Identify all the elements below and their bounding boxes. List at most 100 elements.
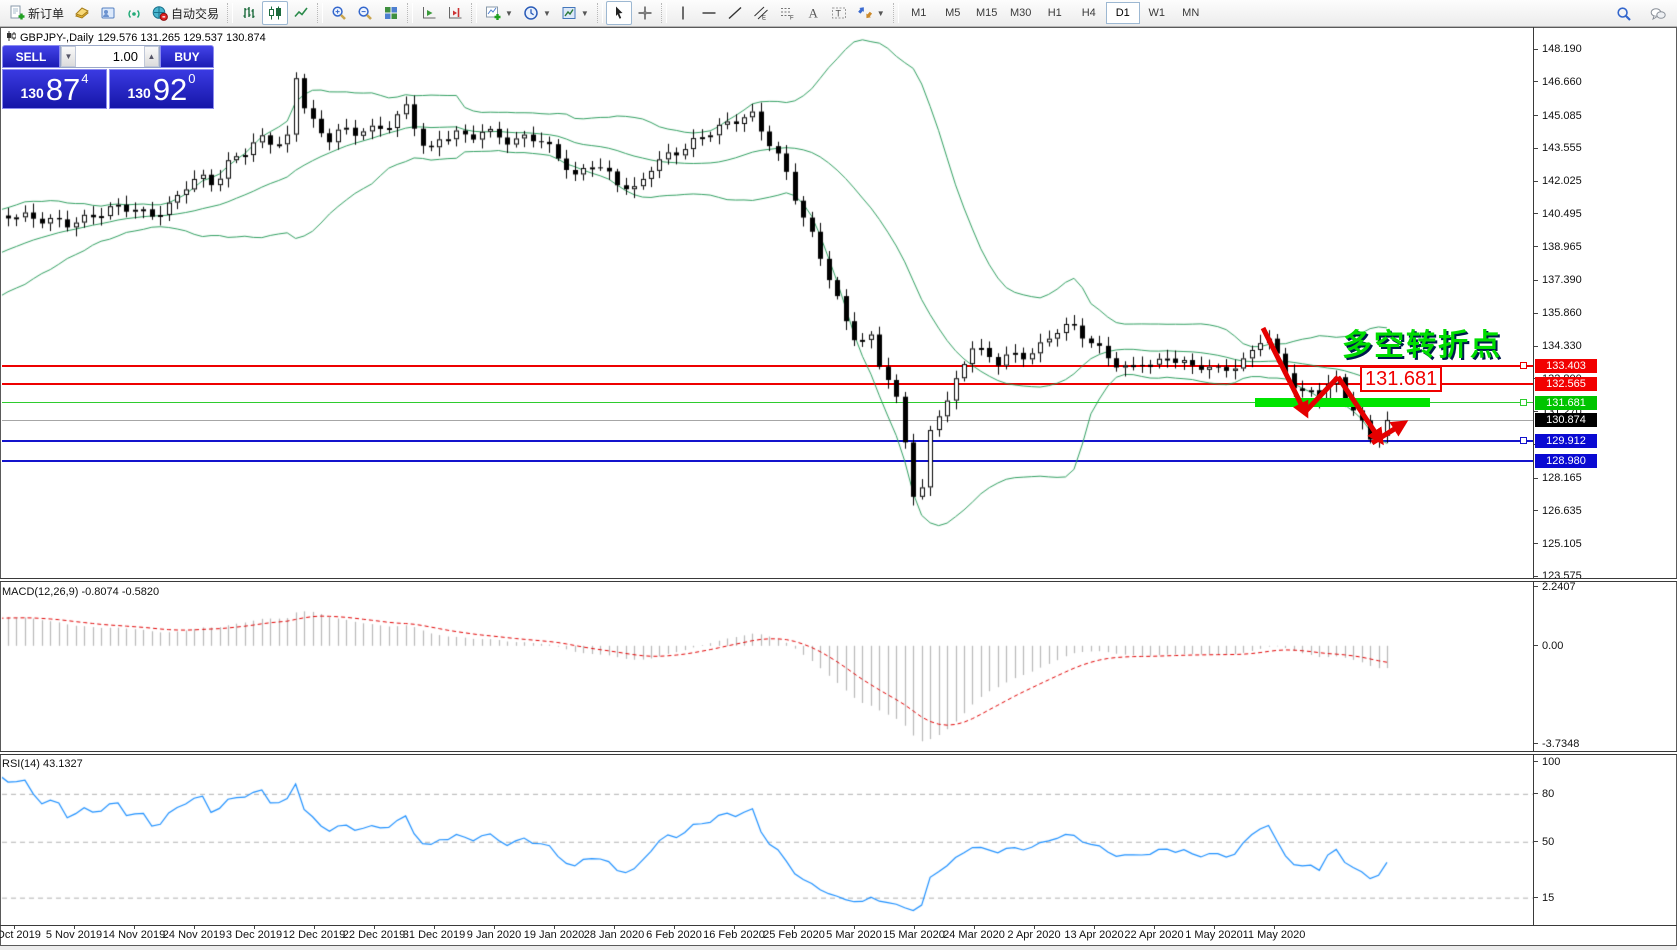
- new-order-icon: [9, 5, 25, 21]
- search-icon: [1616, 6, 1632, 22]
- zoom-in-button[interactable]: [326, 1, 352, 25]
- buy-button[interactable]: BUY: [160, 45, 214, 68]
- candles-icon: [267, 5, 283, 21]
- text-tool-button[interactable]: A: [800, 1, 826, 25]
- zoom-out-button[interactable]: [352, 1, 378, 25]
- tile-icon: [383, 5, 399, 21]
- timeframe-h4-button[interactable]: H4: [1072, 2, 1106, 24]
- timeframe-d1-button[interactable]: D1: [1105, 2, 1140, 24]
- svg-text:E: E: [762, 16, 766, 22]
- volume-up-button[interactable]: ▲: [144, 46, 159, 67]
- crosshair-tool-button[interactable]: [632, 1, 658, 25]
- text-label-tool-button[interactable]: T: [826, 1, 852, 25]
- auto-trading-button[interactable]: 自动交易: [147, 1, 224, 25]
- trendline-tool-button[interactable]: [722, 1, 748, 25]
- vline-icon: [675, 5, 691, 21]
- auto-scroll-button[interactable]: [416, 1, 442, 25]
- toolbar-separator: [227, 3, 234, 23]
- periods-icon: [523, 5, 539, 21]
- panel-separator[interactable]: [0, 578, 1677, 582]
- cursor-icon: [611, 5, 627, 21]
- macd-indicator-label: MACD(12,26,9) -0.8074 -0.5820: [2, 586, 160, 598]
- signals-button[interactable]: [121, 1, 147, 25]
- periods-button[interactable]: ▼: [518, 1, 556, 25]
- candlestick-mode-button[interactable]: [262, 1, 289, 25]
- toolbar-separator: [596, 3, 603, 23]
- bars-icon: [241, 5, 257, 21]
- indicators-icon: [485, 5, 501, 21]
- chart-title: GBPJPY-,Daily 129.576 131.265 129.537 13…: [6, 31, 266, 44]
- zoom-out-icon: [357, 5, 373, 21]
- fibo-icon: F: [779, 5, 795, 21]
- rsi-indicator-label: RSI(14) 43.1327: [2, 758, 83, 770]
- trendline-icon: [727, 5, 743, 21]
- window-bottom-strip: [0, 946, 1677, 950]
- buy-price[interactable]: 130 92 0: [109, 69, 214, 109]
- templates-button[interactable]: ▼: [556, 1, 594, 25]
- timeframe-mn-button[interactable]: MN: [1174, 2, 1208, 24]
- toolbar-separator: [892, 3, 899, 23]
- tile-windows-button[interactable]: [378, 1, 404, 25]
- horizontal-line-tool-button[interactable]: [696, 1, 722, 25]
- shapes-tool-dropdown-arrow-icon[interactable]: ▼: [877, 9, 885, 18]
- chart-title-symbol: GBPJPY-,Daily: [20, 31, 94, 44]
- vertical-line-tool-button[interactable]: [670, 1, 696, 25]
- channel-icon: E: [753, 5, 769, 21]
- chart-shift-button[interactable]: [442, 1, 468, 25]
- level-line-handle[interactable]: [1520, 437, 1527, 445]
- shapes-tool-button[interactable]: ▼: [852, 1, 890, 25]
- chart-title-icon: [6, 31, 17, 44]
- volume-down-button[interactable]: ▼: [61, 46, 76, 67]
- data-window-button[interactable]: [95, 1, 121, 25]
- shapes-icon: [857, 5, 873, 21]
- sell-button[interactable]: SELL: [2, 45, 60, 68]
- label-icon: T: [831, 5, 847, 21]
- timeframe-m5-button[interactable]: M5: [936, 2, 970, 24]
- crosshair-icon: [637, 5, 653, 21]
- svg-text:A: A: [808, 6, 818, 21]
- cursor-tool-button[interactable]: [605, 1, 632, 25]
- templates-icon: [561, 5, 577, 21]
- price-level-label[interactable]: 131.681: [1360, 366, 1443, 392]
- market-watch-button[interactable]: [69, 1, 95, 25]
- autoscroll-icon: [421, 5, 437, 21]
- indicators-button[interactable]: ▼: [480, 1, 518, 25]
- turning-point-annotation[interactable]: 多空转折点: [1342, 320, 1502, 364]
- main-toolbar: 新订单 自动交易 ▼ ▼ ▼ E F A T ▼ M1 M5 M15 M30 H1 H4 D1 W1 MN: [0, 0, 1677, 27]
- bar-chart-mode-button[interactable]: [236, 1, 262, 25]
- level-line-handle[interactable]: [1520, 362, 1527, 370]
- chat-icon: [1650, 6, 1666, 22]
- toolbar-separator: [317, 3, 324, 23]
- fibonacci-tool-button[interactable]: F: [774, 1, 800, 25]
- trend-zigzag-annotation[interactable]: [0, 0, 1677, 950]
- toolbar-separator: [471, 3, 478, 23]
- price-axis-badge: 133.403: [1535, 358, 1597, 373]
- timeframe-w1-button[interactable]: W1: [1140, 2, 1174, 24]
- line-chart-mode-button[interactable]: [288, 1, 314, 25]
- timeframe-m15-button[interactable]: M15: [970, 2, 1004, 24]
- level-line-handle[interactable]: [1520, 399, 1527, 407]
- search-button[interactable]: [1611, 2, 1637, 26]
- templates-dropdown-arrow-icon[interactable]: ▼: [581, 9, 589, 18]
- panel-separator[interactable]: [0, 751, 1677, 755]
- new-order-button[interactable]: 新订单: [4, 1, 69, 25]
- toolbar-right-group: [1611, 2, 1671, 26]
- price-axis-line: [1533, 27, 1534, 925]
- svg-text:T: T: [835, 9, 841, 19]
- indicators-dropdown-arrow-icon[interactable]: ▼: [505, 9, 513, 18]
- timeframe-m1-button[interactable]: M1: [902, 2, 936, 24]
- periods-dropdown-arrow-icon[interactable]: ▼: [543, 9, 551, 18]
- chart-title-ohlc: 129.576 131.265 129.537 130.874: [97, 31, 266, 44]
- price-axis-badge: 132.565: [1535, 376, 1597, 391]
- one-click-trading-panel: SELL ▼ 1.00 ▲ BUY 130 87 4 130 92 0: [2, 45, 214, 109]
- svg-text:F: F: [790, 16, 794, 22]
- sell-price[interactable]: 130 87 4: [2, 69, 107, 109]
- community-button[interactable]: [1645, 2, 1671, 26]
- price-axis-badge: 130.874: [1535, 413, 1597, 428]
- timeframe-h1-button[interactable]: H1: [1038, 2, 1072, 24]
- channel-tool-button[interactable]: E: [748, 1, 774, 25]
- price-axis-badge: 129.912: [1535, 433, 1597, 448]
- timeframe-m30-button[interactable]: M30: [1004, 2, 1038, 24]
- auto-trading-label: 自动交易: [171, 6, 220, 21]
- volume-spinner: ▼ 1.00 ▲: [60, 45, 160, 68]
